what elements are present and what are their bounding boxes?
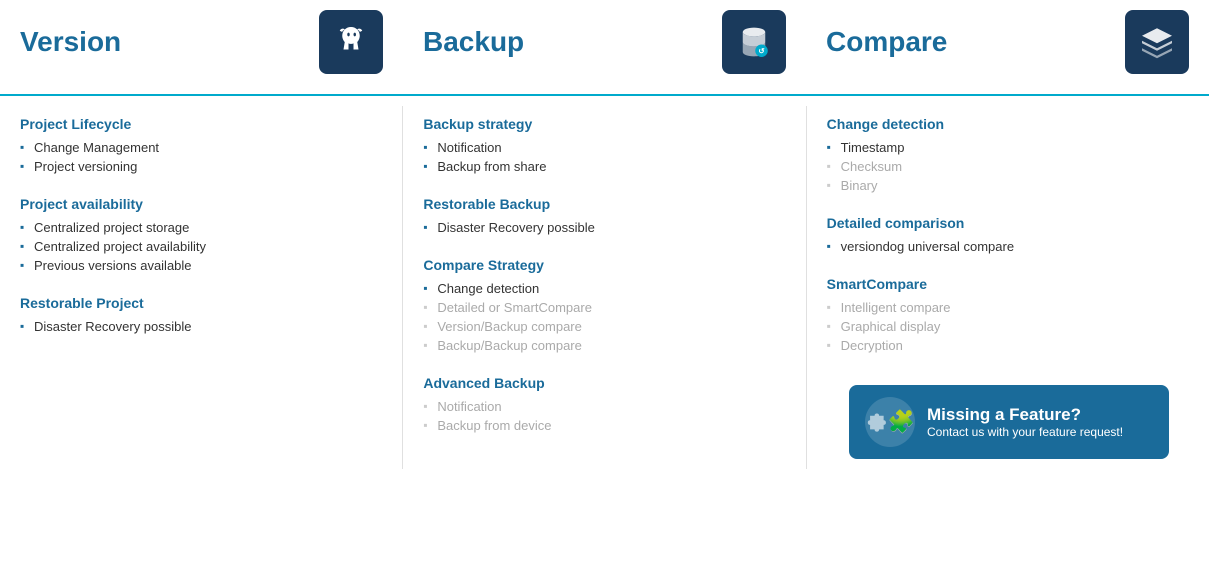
smart-compare-title: SmartCompare (827, 276, 1189, 292)
list-item: Checksum (827, 157, 1189, 176)
change-detection-title: Change detection (827, 116, 1189, 132)
compare-header-col: Compare (806, 0, 1209, 84)
change-detection-list: Timestamp Checksum Binary (827, 138, 1189, 195)
list-item: Timestamp (827, 138, 1189, 157)
list-item: Centralized project storage (20, 218, 382, 237)
missing-feature-title: Missing a Feature? (927, 405, 1123, 425)
restorable-project-title: Restorable Project (20, 295, 382, 311)
project-lifecycle-title: Project Lifecycle (20, 116, 382, 132)
advanced-backup-section: Advanced Backup Notification Backup from… (423, 375, 785, 435)
version-header-col: Version (0, 0, 403, 84)
advanced-backup-list: Notification Backup from device (423, 397, 785, 435)
svg-text:↺: ↺ (758, 46, 765, 55)
list-item: Disaster Recovery possible (423, 218, 785, 237)
layers-icon (1137, 22, 1177, 62)
project-lifecycle-section: Project Lifecycle Change Management Proj… (20, 116, 382, 176)
list-item: Centralized project availability (20, 237, 382, 256)
header-row: Version Backup ↺ (0, 0, 1209, 96)
list-item: Backup from device (423, 416, 785, 435)
list-item: Backup/Backup compare (423, 336, 785, 355)
restorable-project-list: Disaster Recovery possible (20, 317, 382, 336)
backup-header-col: Backup ↺ (403, 0, 806, 84)
backup-strategy-title: Backup strategy (423, 116, 785, 132)
backup-icon: ↺ (722, 10, 786, 74)
restorable-backup-section: Restorable Backup Disaster Recovery poss… (423, 196, 785, 237)
version-icon (319, 10, 383, 74)
missing-feature-banner[interactable]: 🧩 Missing a Feature? Contact us with you… (849, 385, 1169, 459)
list-item: Previous versions available (20, 256, 382, 275)
backup-col: Backup strategy Notification Backup from… (403, 106, 806, 469)
compare-title: Compare (826, 26, 947, 58)
detailed-comparison-list: versiondog universal compare (827, 237, 1189, 256)
missing-feature-icon: 🧩 (865, 397, 915, 447)
restorable-backup-title: Restorable Backup (423, 196, 785, 212)
list-item: Detailed or SmartCompare (423, 298, 785, 317)
list-item: Change Management (20, 138, 382, 157)
restorable-backup-list: Disaster Recovery possible (423, 218, 785, 237)
compare-strategy-section: Compare Strategy Change detection Detail… (423, 257, 785, 355)
backup-title: Backup (423, 26, 524, 58)
dog-icon (331, 22, 371, 62)
compare-strategy-list: Change detection Detailed or SmartCompar… (423, 279, 785, 355)
smart-compare-list: Intelligent compare Graphical display De… (827, 298, 1189, 355)
project-availability-list: Centralized project storage Centralized … (20, 218, 382, 275)
list-item: Version/Backup compare (423, 317, 785, 336)
list-item: Binary (827, 176, 1189, 195)
list-item: versiondog universal compare (827, 237, 1189, 256)
backup-strategy-list: Notification Backup from share (423, 138, 785, 176)
missing-feature-text: Missing a Feature? Contact us with your … (927, 405, 1123, 439)
compare-col: Change detection Timestamp Checksum Bina… (807, 106, 1209, 469)
version-col: Project Lifecycle Change Management Proj… (0, 106, 403, 469)
list-item: Intelligent compare (827, 298, 1189, 317)
list-item: Backup from share (423, 157, 785, 176)
backup-strategy-section: Backup strategy Notification Backup from… (423, 116, 785, 176)
database-icon: ↺ (734, 22, 774, 62)
change-detection-section: Change detection Timestamp Checksum Bina… (827, 116, 1189, 195)
project-availability-section: Project availability Centralized project… (20, 196, 382, 275)
list-item: Project versioning (20, 157, 382, 176)
version-title: Version (20, 26, 121, 58)
project-lifecycle-list: Change Management Project versioning (20, 138, 382, 176)
main-container: Version Backup ↺ (0, 0, 1209, 469)
compare-strategy-title: Compare Strategy (423, 257, 785, 273)
missing-feature-subtitle: Contact us with your feature request! (927, 425, 1123, 439)
list-item: Change detection (423, 279, 785, 298)
list-item: Disaster Recovery possible (20, 317, 382, 336)
puzzle-icon (865, 404, 888, 440)
detailed-comparison-section: Detailed comparison versiondog universal… (827, 215, 1189, 256)
project-availability-title: Project availability (20, 196, 382, 212)
smart-compare-section: SmartCompare Intelligent compare Graphic… (827, 276, 1189, 355)
advanced-backup-title: Advanced Backup (423, 375, 785, 391)
list-item: Decryption (827, 336, 1189, 355)
restorable-project-section: Restorable Project Disaster Recovery pos… (20, 295, 382, 336)
list-item: Notification (423, 138, 785, 157)
compare-icon (1125, 10, 1189, 74)
detailed-comparison-title: Detailed comparison (827, 215, 1189, 231)
content-row: Project Lifecycle Change Management Proj… (0, 106, 1209, 469)
list-item: Graphical display (827, 317, 1189, 336)
list-item: Notification (423, 397, 785, 416)
